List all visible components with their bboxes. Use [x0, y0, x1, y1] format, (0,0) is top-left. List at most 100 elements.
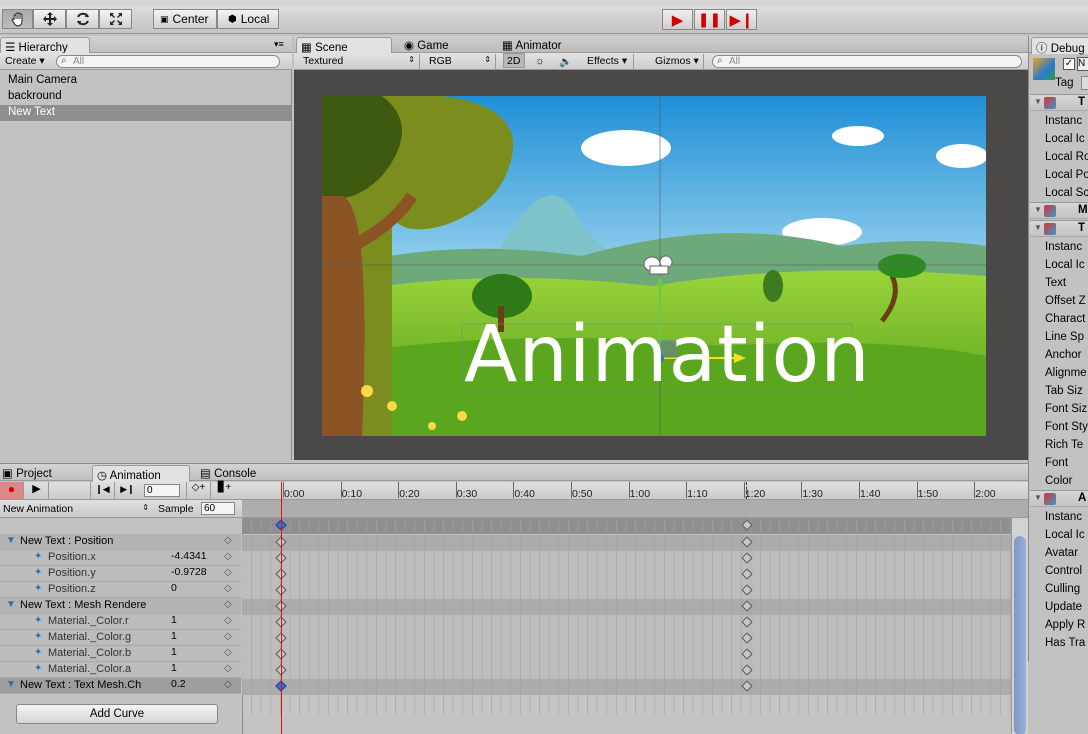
foldout-arrow-icon[interactable]: ▼	[1034, 97, 1042, 106]
foldout-arrow-icon[interactable]: ▼	[1034, 223, 1042, 232]
animation-property-row[interactable]: ▼ New Text : Position ◇	[0, 534, 241, 550]
shading-mode-dropdown[interactable]: Textured ⇕	[300, 54, 420, 69]
timeline-row[interactable]	[242, 615, 1011, 631]
animation-property-row[interactable]: ▼ New Text : Text Mesh.Ch 0.2 ◇	[0, 678, 241, 694]
keyframe-toggle-icon[interactable]: ◇	[224, 679, 232, 690]
tab-console[interactable]: ▤ Console	[200, 466, 256, 480]
property-value[interactable]: 1	[171, 662, 177, 674]
tab-project[interactable]: ▣ Project	[2, 466, 52, 480]
foldout-arrow-icon[interactable]: ▼	[1034, 205, 1042, 214]
inspector-component-header[interactable]: ▼ A	[1030, 490, 1088, 507]
hierarchy-item[interactable]: New Text	[0, 105, 291, 121]
next-keyframe-button[interactable]: ▶❙	[114, 482, 140, 499]
anim-play-button[interactable]: ▶	[25, 482, 49, 499]
keyframe-toggle-icon[interactable]: ◇	[224, 567, 232, 578]
mode-2d-toggle[interactable]: 2D	[503, 53, 525, 68]
animation-property-row[interactable]: ✦ Material._Color.a 1 ◇	[0, 662, 241, 678]
game-tab-label: Game	[417, 40, 449, 52]
keyframe-toggle-icon[interactable]: ◇	[224, 647, 232, 658]
timeline-row[interactable]	[242, 567, 1011, 583]
scrollbar-thumb[interactable]	[1014, 536, 1026, 734]
scene-lighting-toggle[interactable]: ☼	[532, 54, 548, 69]
tab-scene[interactable]: ▦ Scene	[296, 37, 392, 54]
tab-hierarchy[interactable]: ☰ Hierarchy	[0, 37, 90, 54]
play-button[interactable]: ▶	[662, 9, 693, 30]
render-mode-dropdown[interactable]: RGB ⇕	[426, 54, 496, 69]
tab-inspector-debug[interactable]: ⓘ Debug	[1031, 37, 1088, 55]
move-tool-button[interactable]	[33, 9, 66, 29]
inspector-component-header[interactable]: ▼ M	[1030, 202, 1088, 219]
timeline-row[interactable]	[242, 631, 1011, 647]
foldout-arrow-icon[interactable]: ▼	[6, 535, 16, 546]
timeline-row[interactable]	[242, 535, 1011, 551]
add-curve-button[interactable]: Add Curve	[16, 704, 218, 724]
timeline-row[interactable]	[242, 647, 1011, 663]
tab-game[interactable]: ◉ Game	[404, 38, 449, 52]
property-value[interactable]: 0.2	[171, 678, 186, 690]
timeline-row[interactable]	[242, 551, 1011, 567]
record-button[interactable]: ●	[0, 482, 24, 499]
property-value[interactable]: 1	[171, 614, 177, 626]
timeline-row[interactable]	[242, 599, 1011, 615]
create-dropdown[interactable]: Create ▾	[2, 54, 48, 69]
timeline-row[interactable]	[242, 663, 1011, 679]
animation-property-row[interactable]: ✦ Material._Color.r 1 ◇	[0, 614, 241, 630]
animation-property-row[interactable]: ✦ Position.z 0 ◇	[0, 582, 241, 598]
timeline-row[interactable]	[242, 583, 1011, 599]
scale-tool-button[interactable]	[99, 9, 132, 29]
hierarchy-item[interactable]: Main Camera	[0, 73, 291, 89]
hand-tool-button[interactable]	[2, 9, 33, 29]
effects-dropdown[interactable]: Effects ▾	[584, 54, 634, 69]
gizmos-dropdown[interactable]: Gizmos ▾	[652, 54, 704, 69]
scene-search-input[interactable]: All	[712, 55, 1022, 68]
pause-button[interactable]: ❚❚	[694, 9, 725, 30]
active-checkbox[interactable]: ✓	[1063, 58, 1075, 70]
foldout-arrow-icon[interactable]: ▼	[6, 679, 16, 690]
animation-property-row[interactable]: ✦ Position.y -0.9728 ◇	[0, 566, 241, 582]
animation-property-row[interactable]: ▼ New Text : Mesh Rendere ◇	[0, 598, 241, 614]
event-lane[interactable]	[242, 500, 1028, 518]
frame-input[interactable]: 0	[144, 484, 180, 497]
timeline-row[interactable]	[242, 679, 1011, 695]
gameobject-name-field[interactable]: N	[1077, 57, 1088, 71]
keyframe-toggle-icon[interactable]: ◇	[224, 615, 232, 626]
property-value[interactable]: 0	[171, 582, 177, 594]
property-value[interactable]: -0.9728	[171, 566, 207, 578]
prev-keyframe-button[interactable]: ❙◀	[90, 482, 114, 499]
add-keyframe-button[interactable]: ◇+	[186, 482, 210, 499]
step-button[interactable]: ▶❙	[726, 9, 757, 30]
keyframe-toggle-icon[interactable]: ◇	[224, 551, 232, 562]
property-value[interactable]: 1	[171, 630, 177, 642]
property-value[interactable]: 1	[171, 646, 177, 658]
add-event-button[interactable]: ▊+	[210, 482, 238, 499]
clip-dropdown[interactable]: New Animation ⇕	[3, 503, 153, 515]
keyframe-toggle-icon[interactable]: ◇	[224, 599, 232, 610]
keyframe-toggle-icon[interactable]: ◇	[224, 583, 232, 594]
animation-property-row[interactable]: ✦ Material._Color.g 1 ◇	[0, 630, 241, 646]
panel-menu-icon[interactable]: ▾≡	[274, 39, 284, 50]
keyframe-toggle-icon[interactable]: ◇	[224, 663, 232, 674]
vertical-scrollbar[interactable]	[1011, 518, 1028, 734]
hierarchy-item[interactable]: backround	[0, 89, 291, 105]
keyframe-toggle-icon[interactable]: ◇	[224, 631, 232, 642]
foldout-arrow-icon[interactable]: ▼	[6, 599, 16, 610]
rotate-tool-button[interactable]	[66, 9, 99, 29]
scene-audio-toggle[interactable]: 🔈	[556, 54, 575, 69]
pivot-center-button[interactable]: ▣ Center	[153, 9, 217, 29]
playhead-line[interactable]	[281, 482, 282, 734]
sample-input[interactable]: 60	[201, 502, 235, 515]
tag-dropdown[interactable]	[1081, 76, 1088, 90]
inspector-component-header[interactable]: ▼ T	[1030, 94, 1088, 111]
keyframe-toggle-icon[interactable]: ◇	[224, 535, 232, 546]
property-value[interactable]: -4.4341	[171, 550, 207, 562]
scene-viewport[interactable]: Animation	[322, 96, 986, 436]
tab-animation[interactable]: ◷ Animation	[92, 465, 190, 482]
foldout-arrow-icon[interactable]: ▼	[1034, 493, 1042, 502]
tab-animator[interactable]: ▦ Animator	[502, 38, 561, 52]
animation-property-row[interactable]: ✦ Position.x -4.4341 ◇	[0, 550, 241, 566]
animation-property-row[interactable]: ✦ Material._Color.b 1 ◇	[0, 646, 241, 662]
inspector-component-header[interactable]: ▼ T	[1030, 220, 1088, 237]
inspector-field-label: Local Ic	[1045, 259, 1085, 271]
hierarchy-search-input[interactable]: All	[56, 55, 280, 68]
pivot-space-button[interactable]: ⬢ Local	[217, 9, 279, 29]
